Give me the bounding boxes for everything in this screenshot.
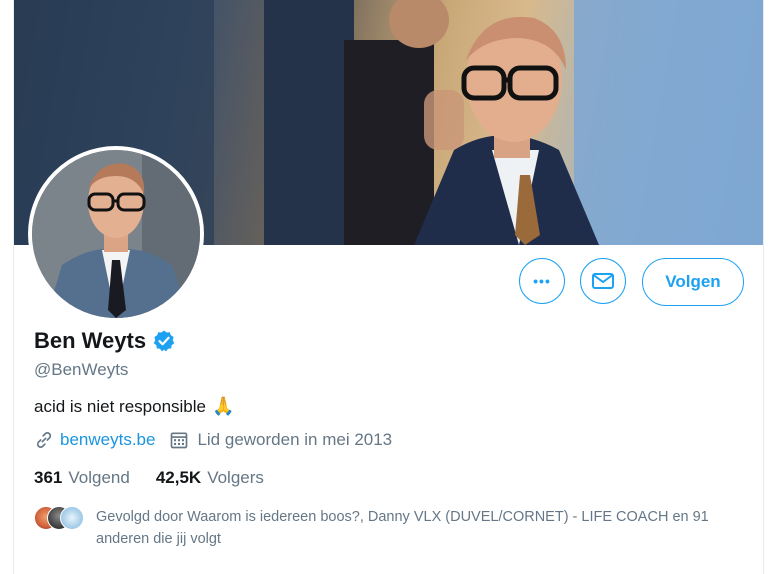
following-count: 361 (34, 468, 63, 487)
followers-label: Volgers (207, 468, 264, 487)
profile-bio: acid is niet responsible 🙏 (34, 396, 234, 417)
joined-date: Lid geworden in mei 2013 (197, 430, 393, 449)
following-label: Volgend (68, 468, 130, 487)
following-stat-link[interactable]: 361 Volgend (34, 468, 130, 488)
followed-by-section[interactable]: Gevolgd door Waarom is iedereen boos?, D… (34, 506, 736, 550)
mail-icon (592, 273, 614, 289)
joined-item: Lid geworden in mei 2013 (169, 430, 392, 450)
follow-button[interactable]: Volgen (642, 258, 744, 306)
bio-text: acid is niet responsible (34, 396, 206, 416)
avatar-photo (32, 150, 200, 318)
profile-card: ••• Volgen Ben Weyts @BenWeyts acid is n… (13, 0, 764, 574)
link-icon (36, 432, 52, 448)
more-icon: ••• (533, 273, 551, 289)
profile-avatar[interactable] (28, 146, 204, 322)
followers-you-know-avatars (34, 506, 84, 530)
followed-by-text: Gevolgd door Waarom is iedereen boos?, D… (96, 509, 709, 547)
followers-stat-link[interactable]: 42,5K Volgers (156, 468, 264, 488)
profile-name: Ben Weyts (34, 328, 147, 353)
mutual-avatar-3 (60, 506, 84, 530)
profile-stats: 361 Volgend 42,5K Volgers (34, 468, 290, 488)
website-item[interactable]: benweyts.be (34, 430, 155, 450)
website-link[interactable]: benweyts.be (60, 430, 155, 450)
verified-badge-icon (153, 330, 175, 352)
profile-meta: benweyts.be Lid geworden in mei 2013 (34, 430, 406, 450)
profile-handle: @BenWeyts (34, 360, 129, 379)
calendar-icon (171, 432, 188, 449)
profile-name-row: Ben Weyts (34, 328, 176, 354)
followers-count: 42,5K (155, 468, 202, 487)
message-button[interactable] (580, 258, 626, 304)
more-options-button[interactable]: ••• (519, 258, 565, 304)
folded-hands-emoji: 🙏 (211, 396, 235, 416)
